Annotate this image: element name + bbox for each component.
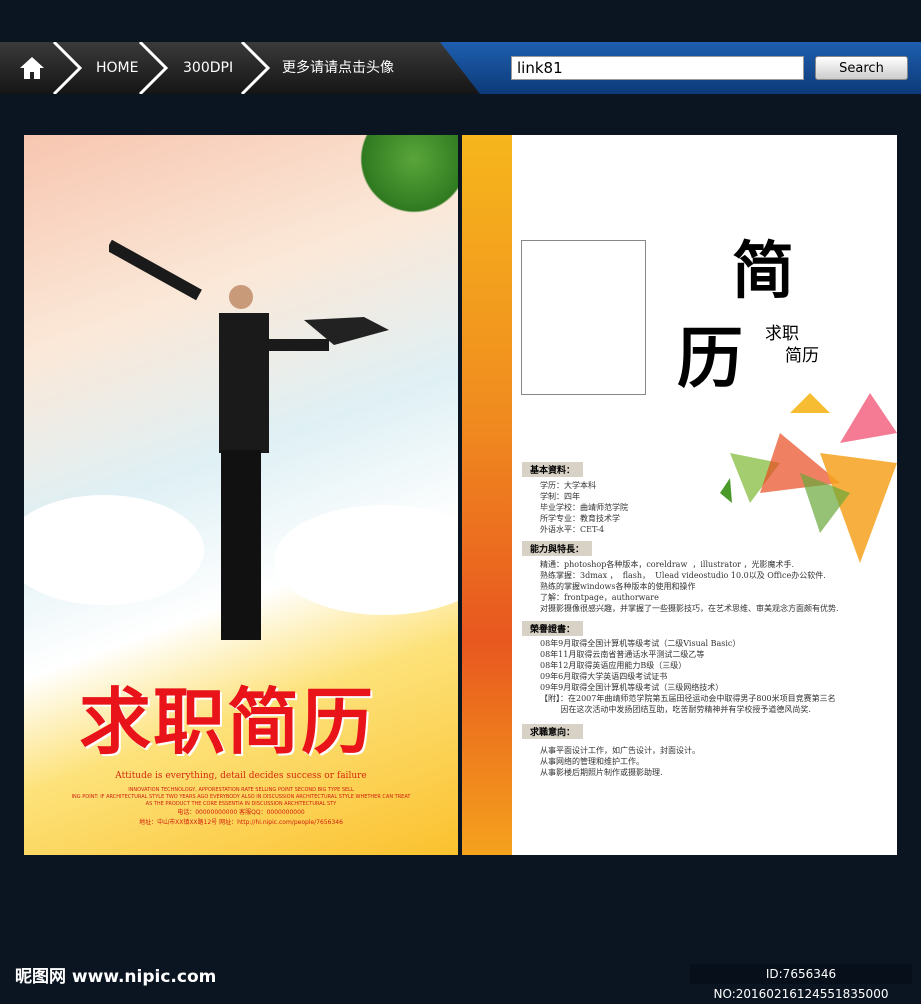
- poster-title: 求职简历: [79, 679, 376, 764]
- line: 所学专业：教育技术学: [540, 514, 620, 523]
- section-heading: 基本資料：: [522, 462, 584, 477]
- poster-small-text: ING POINT: IF ARCHITECTURAL STYLE TWO YE…: [71, 794, 411, 800]
- line: 熟练的掌握windows各种版本的使用和操作: [540, 582, 696, 591]
- section-heading: 求職意向：: [522, 724, 584, 739]
- breadcrumb-home[interactable]: HOME: [96, 42, 138, 94]
- triangles-decoration: [720, 393, 897, 563]
- poster-cover: 求职简历 Attitude is everything, detail deci…: [24, 135, 458, 855]
- subtitle-line: 简历: [785, 346, 819, 366]
- photo-placeholder: [521, 240, 646, 395]
- line: 08年9月取得全国计算机等级考试（二级Visual Basic）: [540, 639, 741, 648]
- line: 了解：frontpage，authorware: [540, 593, 659, 602]
- breadcrumb-300dpi[interactable]: 300DPI: [183, 42, 233, 94]
- line: 熟练掌握：3dmax ， flash， Ulead videostudio 10…: [540, 571, 826, 580]
- search-input[interactable]: [511, 56, 804, 80]
- line: 外语水平：CET-4: [540, 525, 605, 534]
- line: 从事平面设计工作，如广告设计，封面设计。: [540, 746, 700, 755]
- line: 精通：photoshop各种版本，coreldraw ，illustrator …: [540, 560, 795, 569]
- poster-small-text: AS THE PRODUCT THE CORE ESSENTIA IN DISC…: [145, 801, 337, 807]
- home-icon[interactable]: [18, 54, 46, 82]
- section-body: 从事平面设计工作，如广告设计，封面设计。 从事网络的管理和维护工作。从事影楼后期照…: [540, 745, 700, 778]
- image-id: ID:7656346 NO:20160216124551835000: [690, 964, 912, 1001]
- section-heading: 能力與特長：: [522, 541, 593, 556]
- chevron-right-icon: [240, 42, 270, 94]
- line: 因在这次活动中发扬团结互助，吃苦耐劳精神并有学校授予道德风尚奖.: [540, 705, 811, 714]
- section-body: 08年9月取得全国计算机等级考试（二级Visual Basic） 08年11月取得…: [540, 638, 836, 715]
- line: 毕业学校：曲靖师范学院: [540, 503, 628, 512]
- chevron-right-icon: [52, 42, 82, 94]
- breadcrumb-more[interactable]: 更多请请点击头像: [282, 42, 394, 94]
- poster-address: 地址：中山市XX镇XX路12号 网址：http://hi.nipic.com/p…: [139, 819, 343, 826]
- search-button[interactable]: Search: [815, 56, 908, 80]
- cloud: [274, 505, 458, 615]
- section-body: 学历：大学本科 学制：四年毕业学校：曲靖师范学院 所学专业：教育技术学 外语水平：CE…: [540, 480, 628, 535]
- line: 对摄影摄像很感兴趣，并掌握了一些摄影技巧，在艺术思维、审美观念方面颇有优势.: [540, 604, 839, 613]
- chevron-right-icon: [138, 42, 168, 94]
- decorative-stripe: [462, 135, 512, 855]
- poster-phone: 电话：00000000000 客服QQ：0000000000: [177, 809, 305, 816]
- line: 从事网络的管理和维护工作。: [540, 757, 644, 766]
- line: 09年6月取得大学英语四级考试证书: [540, 672, 668, 681]
- resume-subtitle: 求职 简历: [765, 323, 819, 367]
- line: 09年9月取得全国计算机等级考试（三级网络技术）: [540, 683, 724, 692]
- resume-title-char: 简: [732, 234, 795, 307]
- section-body: 精通：photoshop各种版本，coreldraw ，illustrator …: [540, 559, 839, 614]
- poster-small-text: INNOVATION TECHNOLOGY, APPORESTATION RAT…: [128, 787, 354, 793]
- tree-image: [348, 135, 458, 215]
- section-heading: 榮譽證書：: [522, 621, 584, 636]
- subtitle-line: 求职: [765, 324, 799, 344]
- arms-laptop-image: [109, 239, 389, 351]
- line: 从事影楼后期照片制作或摄影助理.: [540, 768, 663, 777]
- line: 学历：大学本科: [540, 481, 596, 490]
- resume-title-char: 历: [677, 319, 743, 397]
- line: 08年12月取得英语应用能力B级（三级）: [540, 661, 687, 670]
- resume-page: 简 历 求职 简历 基本資料： 学历：大学本科 学制：四年毕业学校：曲靖师范学院 所学…: [462, 135, 897, 855]
- nipic-watermark: 昵图网 www.nipic.com: [15, 967, 217, 987]
- line: 【附】：在2007年曲靖师范学院第五届田径运动会中取得男子800米项目竞赛第三名: [540, 694, 836, 703]
- line: 学制：四年: [540, 492, 580, 501]
- line: 08年11月取得云南省普通话水平测试二级乙等: [540, 650, 705, 659]
- poster-motto: Attitude is everything, detail decides s…: [115, 771, 367, 781]
- cloud: [24, 495, 204, 605]
